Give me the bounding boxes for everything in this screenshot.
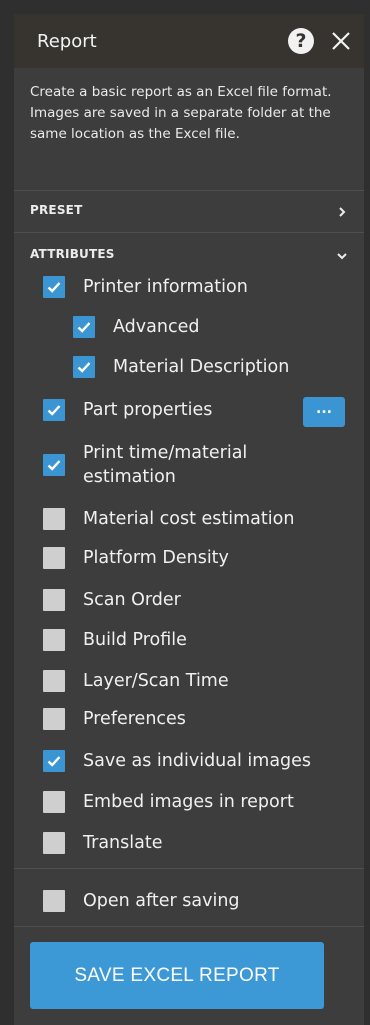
checkbox[interactable] [43,670,65,692]
chevron-right-icon [339,207,346,217]
embed-images-in-report-label: Embed images in report [83,792,294,812]
part-properties-options-button[interactable]: ... [303,397,345,427]
section-preset-label: PRESET [30,203,83,217]
checkmark-icon [47,405,61,416]
chevron-down-icon [337,253,347,260]
report-header: Report ? [14,14,364,68]
checkbox[interactable] [73,356,95,378]
translate-option[interactable]: Translate [43,832,162,854]
checkmark-icon [77,362,91,373]
advanced-label: Advanced [113,317,200,337]
platform-density-option[interactable]: Platform Density [43,547,229,569]
print-time-material-estimation-option[interactable]: Print time/material estimation [43,441,313,489]
report-panel: Report ? Create a basic report as an Exc… [0,0,370,1025]
checkbox[interactable] [43,890,65,912]
checkbox[interactable] [73,316,95,338]
advanced-option[interactable]: Advanced [73,316,199,338]
checkbox[interactable] [43,708,65,730]
divider [14,868,364,869]
layer-scan-time-option[interactable]: Layer/Scan Time [43,670,229,692]
print-time-material-estimation-label: Print time/material estimation [83,443,248,487]
material-description-option[interactable]: Material Description [73,356,289,378]
panel-title: Report [37,30,97,52]
checkmark-icon [47,756,61,767]
translate-label: Translate [83,833,163,853]
checkbox[interactable] [43,547,65,569]
part-properties-option[interactable]: Part properties [43,399,212,421]
layer-scan-time-label: Layer/Scan Time [83,671,229,691]
build-profile-label: Build Profile [83,630,187,650]
divider [14,926,364,927]
close-icon[interactable] [330,30,352,52]
report-body: Create a basic report as an Excel file f… [14,68,364,1025]
section-preset[interactable]: PRESET [30,203,350,223]
save-individual-images-option[interactable]: Save as individual images [43,750,311,772]
checkmark-icon [47,460,61,471]
divider [14,232,364,233]
checkbox[interactable] [43,750,65,772]
material-description-label: Material Description [113,357,290,377]
checkmark-icon [47,282,61,293]
build-profile-option[interactable]: Build Profile [43,629,187,651]
preferences-option[interactable]: Preferences [43,708,186,730]
open-after-saving-checkbox[interactable]: Open after saving [43,890,240,912]
printer-information-option[interactable]: Printer information [43,276,248,298]
section-attributes-label: ATTRIBUTES [30,247,115,261]
save-individual-images-label: Save as individual images [83,751,312,771]
section-attributes[interactable]: ATTRIBUTES [30,247,350,267]
save-excel-report-button[interactable]: SAVE EXCEL REPORT [30,942,324,1009]
checkbox[interactable] [43,629,65,651]
material-cost-estimation-label: Material cost estimation [83,509,295,529]
report-description: Create a basic report as an Excel file f… [30,84,332,142]
open-after-saving-label: Open after saving [83,891,240,911]
divider [14,190,364,191]
checkbox[interactable] [43,508,65,530]
scan-order-option[interactable]: Scan Order [43,589,181,611]
printer-information-label: Printer information [83,277,248,297]
scan-order-label: Scan Order [83,590,181,610]
embed-images-in-report-option[interactable]: Embed images in report [43,791,294,813]
preferences-label: Preferences [83,709,186,729]
material-cost-estimation-option[interactable]: Material cost estimation [43,508,294,530]
checkmark-icon [77,322,91,333]
checkbox[interactable] [43,589,65,611]
checkbox[interactable] [43,791,65,813]
checkbox[interactable] [43,399,65,421]
checkbox[interactable] [43,276,65,298]
platform-density-label: Platform Density [83,548,229,568]
checkbox[interactable] [43,454,65,476]
part-properties-label: Part properties [83,400,213,420]
checkbox[interactable] [43,832,65,854]
help-icon[interactable]: ? [288,28,314,54]
